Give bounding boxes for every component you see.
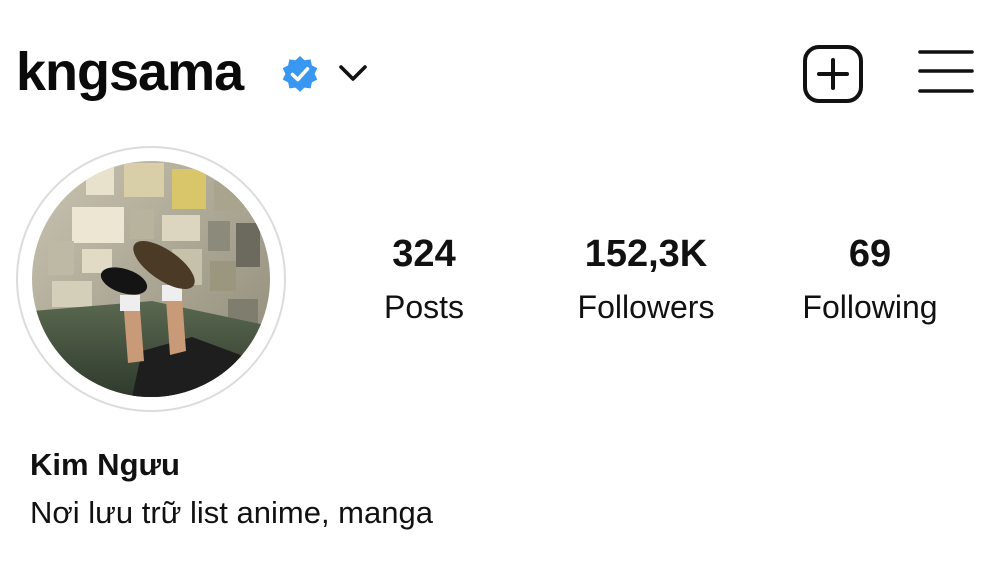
followers-count: 152,3K	[584, 233, 708, 275]
following-count: 69	[848, 233, 892, 275]
stat-posts[interactable]: 324 Posts	[354, 232, 494, 326]
posts-count: 324	[392, 233, 456, 275]
following-label: Following	[802, 289, 938, 325]
new-post-button[interactable]	[802, 44, 864, 104]
posts-label: Posts	[383, 289, 465, 325]
stat-following[interactable]: 69 Following	[780, 232, 960, 326]
stat-followers[interactable]: 152,3K Followers	[556, 232, 736, 326]
profile-header: kngsama	[0, 0, 1003, 140]
verified-badge-icon	[282, 56, 318, 92]
followers-label: Followers	[577, 289, 715, 325]
chevron-down-icon[interactable]	[336, 60, 370, 86]
bio-text: Nơi lưu trữ list anime, manga	[30, 495, 433, 530]
profile-photo	[32, 161, 270, 397]
username[interactable]: kngsama	[16, 40, 244, 104]
display-name: Kim Ngưu	[30, 447, 180, 482]
avatar[interactable]	[16, 146, 286, 412]
hamburger-menu-icon[interactable]	[918, 48, 974, 98]
